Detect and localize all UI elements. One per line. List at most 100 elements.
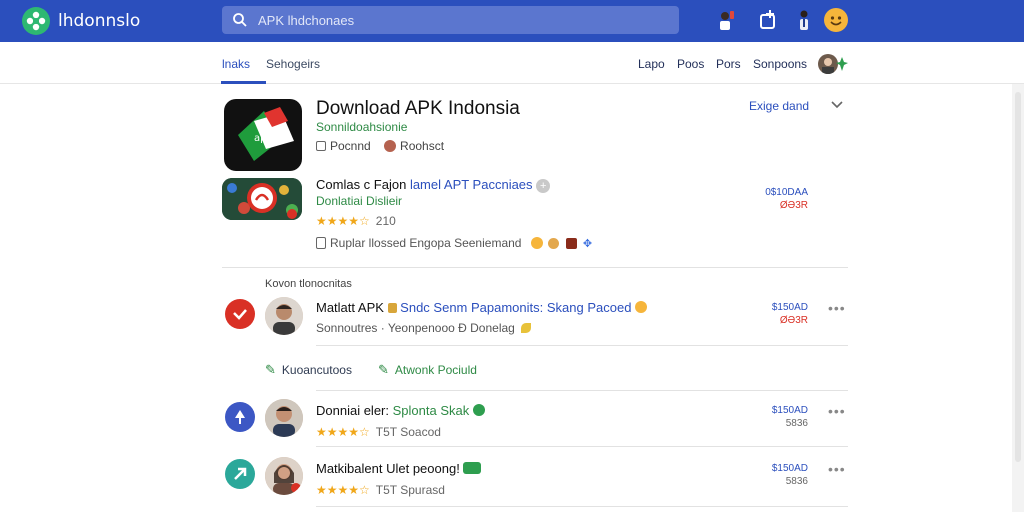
featured-subtitle: Donlatiai Dislieir <box>316 194 403 208</box>
row-1-subtitle: Sonnoutres · Yeonpenooo Ð Donelag <box>316 321 532 335</box>
row-1-check-button[interactable] <box>225 299 255 329</box>
rating-stars: ★★★★☆ <box>316 483 370 497</box>
verified-icon <box>472 404 485 416</box>
top-bar: lhdonnslo <box>0 0 1024 42</box>
app-meta: Pocnnd Roohsct <box>316 139 444 153</box>
app-title: Download APK Indonsia <box>316 98 520 119</box>
row-1-title-main: Matlatt APK <box>316 300 384 315</box>
author-avatar-icon <box>384 140 397 152</box>
row-3-action-button[interactable] <box>225 459 255 489</box>
divider <box>316 345 848 346</box>
row-2-rating: ★★★★☆ T5T Soacod <box>316 425 441 439</box>
nav-link-pors[interactable]: Pors <box>716 57 741 71</box>
pencil-icon: ✎ <box>378 362 389 377</box>
nav-bar: lnaks Sehogeirs Lapo Poos Pors Sonpoons <box>0 42 1024 84</box>
action-link-2-label: Atwonk Pociuld <box>394 363 477 377</box>
search-bar[interactable] <box>222 6 679 34</box>
search-input[interactable] <box>258 11 658 29</box>
expand-link[interactable]: Exige dand <box>749 99 809 113</box>
pencil-icon: ✎ <box>265 362 276 377</box>
pin-icon <box>235 410 245 424</box>
row-2-action-button[interactable] <box>225 402 255 432</box>
svg-text:apk: apk <box>254 133 272 144</box>
divider <box>316 446 848 447</box>
meta-roohsct: Roohsct <box>400 139 445 153</box>
row-3-title-main: Matkibalent Ulet peoong! <box>316 461 460 476</box>
new-badge-icon <box>463 462 482 474</box>
nav-link-lapo[interactable]: Lapo <box>638 57 665 71</box>
banana-emoji-icon <box>521 323 532 333</box>
row-3-title[interactable]: Matkibalent Ulet peoong! <box>316 461 482 476</box>
active-tab-indicator <box>221 81 266 84</box>
flower-icon <box>26 11 46 31</box>
check-icon <box>233 309 247 320</box>
meta-pocnnd: Pocnnd <box>330 139 371 153</box>
row-2-title[interactable]: Donniai eler: Splonta Skak <box>316 403 485 418</box>
brand-name: lhdonnslo <box>58 11 141 31</box>
smile-emoji-icon <box>530 237 543 249</box>
row-3-rating: ★★★★☆ T5T Spurasd <box>316 483 445 497</box>
row-2-title-main: Donniai eler: <box>316 403 389 418</box>
tab-lnaks[interactable]: lnaks <box>222 57 250 71</box>
featured-note: Ruplar llossed Engopa Seeniemand ✥ <box>316 236 594 250</box>
apk-logo-icon: apk <box>238 107 294 161</box>
arrows-icon: ✥ <box>582 238 593 250</box>
divider <box>316 390 848 391</box>
rating-count: T5T Soacod <box>375 425 441 439</box>
warning-emoji-icon <box>387 303 397 313</box>
row-1-title[interactable]: Matlatt APK Sndc Senm Papamonits: Skang … <box>316 300 648 315</box>
app-logo[interactable] <box>22 7 50 35</box>
rating-count: 210 <box>375 214 396 228</box>
row-2-title-highlight: Splonta Skak <box>392 403 470 418</box>
rating-count: T5T Spurasd <box>375 483 445 497</box>
action-link-1[interactable]: ✎ Kuoancutoos <box>265 362 352 378</box>
row-2-avatar[interactable] <box>265 399 303 437</box>
scrollbar-thumb[interactable] <box>1015 92 1021 462</box>
tab-sehogeirs[interactable]: Sehogeirs <box>266 57 320 71</box>
row-1-more-icon[interactable]: ••• <box>828 300 846 316</box>
app-subtitle: Sonnildoahsionie <box>316 120 408 134</box>
featured-price-sub: ØƏ3R <box>779 200 808 211</box>
plus-circle-icon[interactable]: + <box>536 179 551 193</box>
row-1-subtitle-text: Sonnoutres · Yeonpenooo Ð Donelag <box>316 321 515 335</box>
rating-stars: ★★★★☆ <box>316 214 370 228</box>
action-link-2[interactable]: ✎ Atwonk Pociuld <box>378 362 477 378</box>
emoji-face-icon[interactable] <box>824 8 848 32</box>
featured-title[interactable]: Comlas c Fajon lamel APT Paccniaes + <box>316 177 551 193</box>
divider <box>222 267 848 268</box>
action-link-1-label: Kuoancutoos <box>281 363 352 377</box>
person-icon[interactable] <box>792 8 816 32</box>
featured-thumbnail[interactable] <box>222 178 302 220</box>
featured-title-highlight: lamel APT Paccniaes <box>409 177 533 192</box>
leaf-icon <box>836 57 848 71</box>
user-alert-icon[interactable] <box>714 8 738 32</box>
row-1-avatar[interactable] <box>265 297 303 335</box>
row-3-more-icon[interactable]: ••• <box>828 461 846 477</box>
featured-title-main: Comlas c Fajon <box>316 177 407 192</box>
nav-link-sonpoons[interactable]: Sonpoons <box>753 57 807 71</box>
featured-note-text: Ruplar llossed Engopa Seeniemand <box>330 236 522 250</box>
rating-stars: ★★★★☆ <box>316 425 370 439</box>
featured-price: 0$10DAA <box>765 187 808 198</box>
divider <box>316 506 848 507</box>
red-square-icon <box>565 238 577 249</box>
arrow-icon <box>234 467 247 480</box>
row-1-title-highlight: Sndc Senm Papamonits: Skang Pacoed <box>400 300 632 315</box>
app-icon[interactable]: apk <box>224 99 302 171</box>
thumbs-up-icon <box>316 237 326 249</box>
row-3-price: $150AD <box>771 463 808 474</box>
lion-emoji-icon <box>548 238 560 249</box>
profile-avatar[interactable] <box>818 54 838 74</box>
row-2-price: $150AD <box>771 405 808 416</box>
bookmark-plus-icon[interactable] <box>756 8 780 32</box>
row-1-price-sub: ØƏ3R <box>779 315 808 326</box>
featured-rating: ★★★★☆ 210 <box>316 214 396 228</box>
section-label: Kovon tlonocnitas <box>265 278 352 290</box>
row-2-more-icon[interactable]: ••• <box>828 403 846 419</box>
search-icon <box>233 13 247 27</box>
row-3-avatar[interactable] <box>265 457 303 495</box>
grin-emoji-icon <box>635 301 648 313</box>
chevron-down-icon[interactable] <box>830 100 844 110</box>
nav-link-poos[interactable]: Poos <box>677 57 704 71</box>
row-1-price: $150AD <box>771 302 808 313</box>
